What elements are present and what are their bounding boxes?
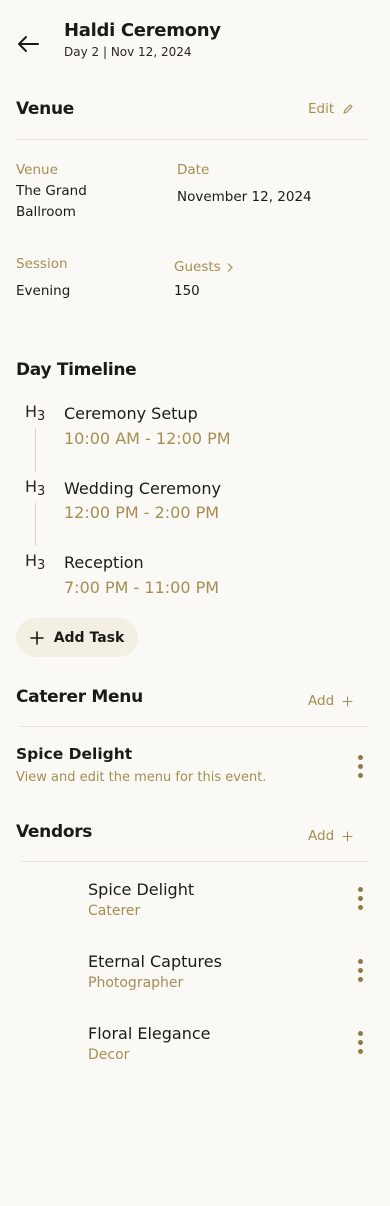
guests-label: Guests bbox=[174, 259, 221, 275]
session-label: Session bbox=[16, 256, 68, 272]
kebab-icon bbox=[357, 958, 363, 964]
vendor-role: Decor bbox=[88, 1047, 130, 1063]
vendor-more-button[interactable] bbox=[350, 883, 370, 913]
back-button[interactable] bbox=[14, 30, 42, 58]
add-label: Add bbox=[308, 828, 335, 844]
date-value: November 12, 2024 bbox=[177, 189, 312, 205]
timeline-item-time: 12:00 PM - 2:00 PM bbox=[64, 503, 220, 522]
timeline-section-title: Day Timeline bbox=[16, 360, 137, 380]
session-value: Evening bbox=[16, 283, 71, 299]
vendor-role: Photographer bbox=[88, 975, 184, 991]
venue-section-title: Venue bbox=[16, 99, 74, 119]
vendor-item[interactable]: Floral Elegance Decor bbox=[88, 1024, 211, 1063]
add-task-button[interactable]: Add Task bbox=[16, 618, 138, 657]
timeline-connector bbox=[35, 428, 36, 472]
venue-label: Venue bbox=[16, 162, 58, 178]
vendor-name: Spice Delight bbox=[88, 880, 195, 899]
kebab-icon bbox=[357, 886, 363, 892]
add-vendor-button[interactable]: Add bbox=[308, 828, 353, 844]
timeline-connector bbox=[35, 503, 36, 546]
add-task-label: Add Task bbox=[53, 629, 125, 646]
guests-value: 150 bbox=[174, 283, 200, 299]
timeline-item-name: Ceremony Setup bbox=[64, 404, 198, 423]
menu-description: View and edit the menu for this event. bbox=[16, 770, 267, 785]
guests-link[interactable]: Guests bbox=[174, 259, 234, 275]
vendor-role: Caterer bbox=[88, 903, 141, 919]
date-label: Date bbox=[177, 162, 210, 178]
caterer-divider bbox=[20, 726, 369, 727]
vendors-section-title: Vendors bbox=[16, 822, 93, 842]
pencil-icon bbox=[343, 104, 353, 114]
venue-value-line2: Ballroom bbox=[16, 204, 76, 220]
vendor-more-button[interactable] bbox=[350, 1027, 370, 1057]
edit-venue-button[interactable]: Edit bbox=[308, 101, 354, 117]
timeline-item-name: Reception bbox=[64, 553, 144, 572]
timeline-item-time: 10:00 AM - 12:00 PM bbox=[64, 429, 231, 448]
timeline-item-time: 7:00 PM - 11:00 PM bbox=[64, 578, 220, 597]
plus-icon bbox=[342, 830, 353, 842]
page-subtitle: Day 2 | Nov 12, 2024 bbox=[64, 45, 192, 59]
kebab-icon bbox=[357, 754, 363, 760]
plus-icon bbox=[29, 630, 44, 645]
vendor-name: Floral Elegance bbox=[88, 1024, 211, 1043]
venue-value: The Grand Ballroom bbox=[16, 181, 87, 223]
venue-divider bbox=[16, 139, 369, 140]
vendor-more-button[interactable] bbox=[350, 955, 370, 985]
venue-value-line1: The Grand bbox=[16, 183, 87, 199]
arrow-left-icon bbox=[18, 36, 39, 52]
vendor-item[interactable]: Spice Delight Caterer bbox=[88, 880, 194, 919]
page-title: Haldi Ceremony bbox=[64, 20, 221, 41]
edit-label: Edit bbox=[308, 101, 335, 117]
caterer-section-title: Caterer Menu bbox=[16, 687, 143, 707]
vendors-divider bbox=[22, 861, 369, 862]
heading-icon: H3 bbox=[25, 477, 46, 499]
menu-more-button[interactable] bbox=[350, 751, 370, 781]
vendor-item[interactable]: Eternal Captures Photographer bbox=[88, 952, 222, 991]
timeline-item-name: Wedding Ceremony bbox=[64, 479, 221, 498]
menu-name: Spice Delight bbox=[16, 745, 133, 763]
heading-icon: H3 bbox=[25, 551, 46, 573]
chevron-right-icon bbox=[227, 262, 233, 272]
kebab-icon bbox=[357, 1030, 363, 1036]
add-caterer-menu-button[interactable]: Add bbox=[308, 693, 353, 709]
add-label: Add bbox=[308, 693, 335, 709]
vendor-name: Eternal Captures bbox=[88, 952, 222, 971]
plus-icon bbox=[342, 695, 353, 707]
heading-icon: H3 bbox=[25, 402, 46, 424]
